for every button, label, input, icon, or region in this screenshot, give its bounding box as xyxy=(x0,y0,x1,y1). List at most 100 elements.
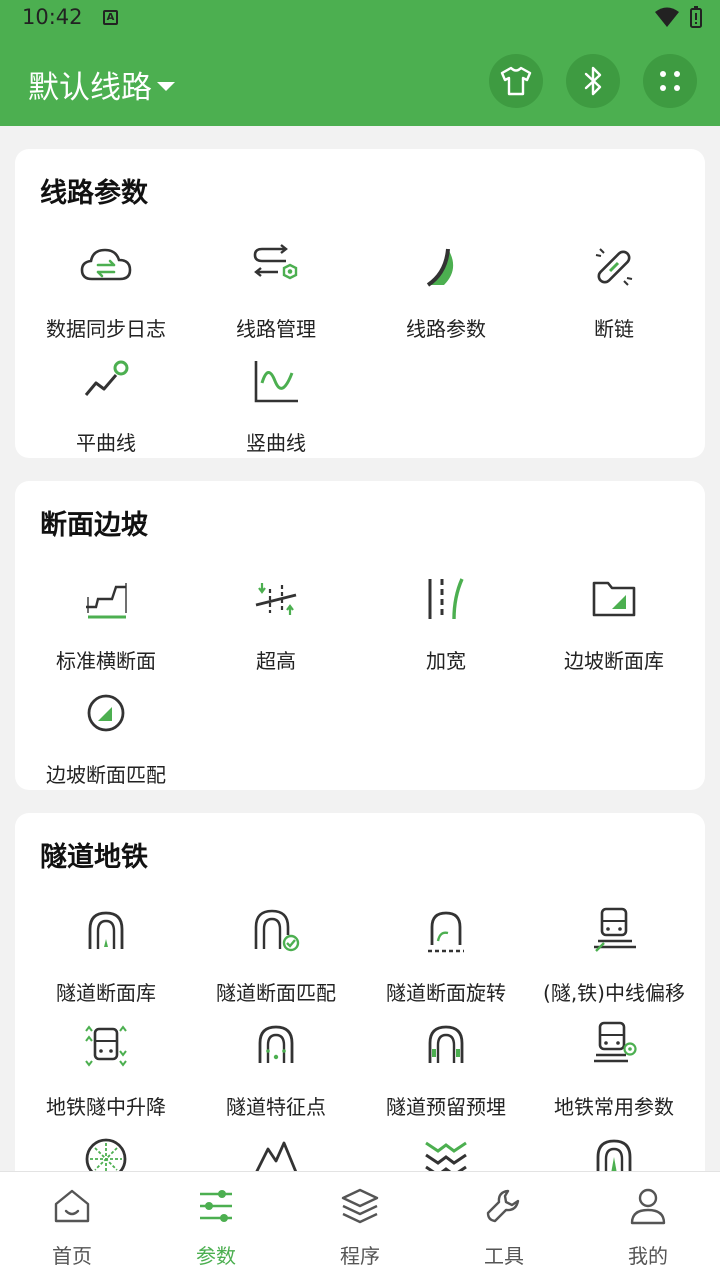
notification-icon: A xyxy=(103,10,118,25)
tab-label: 我的 xyxy=(628,1244,668,1268)
item-slope-match[interactable]: 边坡断面匹配 xyxy=(20,683,192,793)
item-metro-params[interactable]: 地铁常用参数 xyxy=(528,1015,700,1125)
item-metro-lift[interactable]: 地铁隧中升降 xyxy=(20,1015,192,1125)
status-bar: 10:42 A xyxy=(0,0,720,36)
superelevation-icon xyxy=(255,583,297,615)
tunnel-rotate-icon xyxy=(428,911,464,953)
curve-road-icon xyxy=(426,248,454,287)
slope-match-icon xyxy=(87,694,125,732)
tab-tools[interactable]: 工具 xyxy=(432,1172,576,1280)
tunnel-green-icon xyxy=(596,1139,632,1171)
item-label: 竖曲线 xyxy=(246,431,306,455)
item-label: 加宽 xyxy=(426,649,466,673)
item-label: 超高 xyxy=(256,649,296,673)
item-label: 边坡断面匹配 xyxy=(46,763,166,787)
horizontal-curve-icon xyxy=(84,360,129,396)
item-label: 隧道断面库 xyxy=(56,981,156,1005)
cross-section-icon xyxy=(86,583,127,619)
route-manage-icon xyxy=(253,244,298,280)
grid-dots-icon xyxy=(660,71,680,91)
item-label: 地铁隧中升降 xyxy=(46,1095,166,1119)
item-label: 断链 xyxy=(594,317,634,341)
tab-label: 工具 xyxy=(484,1244,524,1268)
metro-lift-icon xyxy=(85,1025,127,1067)
cloud-sync-icon xyxy=(80,248,132,281)
item-label: 隧道预留预埋 xyxy=(386,1095,506,1119)
tunnel-circle-icon xyxy=(85,1138,127,1171)
item-tunnel-library[interactable]: 隧道断面库 xyxy=(20,901,192,1011)
battery-icon xyxy=(690,6,702,28)
item-tunnel-rotate[interactable]: 隧道断面旋转 xyxy=(360,901,532,1011)
item-label: 平曲线 xyxy=(76,431,136,455)
item-tunnel-green[interactable] xyxy=(528,1129,700,1171)
item-label: 标准横断面 xyxy=(56,649,156,673)
tab-mine[interactable]: 我的 xyxy=(576,1172,720,1280)
item-label: 数据同步日志 xyxy=(46,317,166,341)
section-title: 线路参数 xyxy=(40,178,148,209)
metro-param-icon xyxy=(594,1021,637,1063)
item-vertical-curve[interactable]: 竖曲线 xyxy=(190,351,362,461)
tunnel-embed-icon xyxy=(428,1025,464,1063)
mountain-icon xyxy=(255,1141,298,1171)
item-route-manage[interactable]: 线路管理 xyxy=(190,237,362,347)
folder-slope-icon xyxy=(592,581,636,617)
bluetooth-icon xyxy=(584,66,602,96)
tab-label: 首页 xyxy=(52,1244,92,1268)
item-tunnel-match[interactable]: 隧道断面匹配 xyxy=(190,901,362,1011)
item-slope-library[interactable]: 边坡断面库 xyxy=(528,569,700,679)
item-data-sync-log[interactable]: 数据同步日志 xyxy=(20,237,192,347)
item-superelevation[interactable]: 超高 xyxy=(190,569,362,679)
status-icons xyxy=(654,6,702,28)
item-label: 线路管理 xyxy=(236,317,316,341)
theme-button[interactable] xyxy=(489,54,543,108)
bluetooth-button[interactable] xyxy=(566,54,620,108)
more-button[interactable] xyxy=(643,54,697,108)
item-layers-wave[interactable] xyxy=(360,1129,532,1171)
item-standard-cross-section[interactable]: 标准横断面 xyxy=(20,569,192,679)
item-widening[interactable]: 加宽 xyxy=(360,569,532,679)
tunnel-check-icon xyxy=(254,909,300,952)
main-content[interactable]: 线路参数 数据同步日志 线路管理 线路参数 断链 平曲线 竖曲线 断面边坡 标准… xyxy=(0,126,720,1171)
section-route-params: 线路参数 数据同步日志 线路管理 线路参数 断链 平曲线 竖曲线 xyxy=(15,149,705,458)
bottom-nav: 首页 参数 程序 工具 我的 xyxy=(0,1171,720,1280)
item-route-params[interactable]: 线路参数 xyxy=(360,237,532,347)
wifi-icon xyxy=(655,7,679,27)
train-offset-icon xyxy=(594,907,636,952)
item-label: (隧,铁)中线偏移 xyxy=(543,981,685,1005)
sliders-icon xyxy=(200,1190,232,1222)
vertical-curve-icon xyxy=(254,361,298,403)
layers-wave-icon xyxy=(425,1141,467,1171)
item-tunnel-embed[interactable]: 隧道预留预埋 xyxy=(360,1015,532,1125)
tshirt-icon xyxy=(500,66,532,96)
tab-label: 参数 xyxy=(196,1244,236,1268)
layers-icon xyxy=(341,1188,379,1224)
item-label: 隧道特征点 xyxy=(226,1095,326,1119)
item-label: 隧道断面旋转 xyxy=(386,981,506,1005)
tunnel-feature-icon xyxy=(258,1025,294,1063)
item-label: 地铁常用参数 xyxy=(554,1095,674,1119)
item-centerline-offset[interactable]: (隧,铁)中线偏移 xyxy=(528,901,700,1011)
tab-programs[interactable]: 程序 xyxy=(288,1172,432,1280)
section-title: 断面边坡 xyxy=(40,510,148,541)
item-broken-chain[interactable]: 断链 xyxy=(528,237,700,347)
tab-home[interactable]: 首页 xyxy=(0,1172,144,1280)
item-tunnel-circle[interactable] xyxy=(20,1129,192,1171)
item-label: 线路参数 xyxy=(406,317,486,341)
chevron-down-icon xyxy=(157,81,175,91)
item-label: 边坡断面库 xyxy=(564,649,664,673)
item-label: 隧道断面匹配 xyxy=(216,981,336,1005)
status-time: 10:42 xyxy=(22,5,83,29)
item-tunnel-feature[interactable]: 隧道特征点 xyxy=(190,1015,362,1125)
widening-icon xyxy=(428,578,464,620)
route-selector[interactable]: 默认线路 xyxy=(28,62,175,107)
broken-chain-icon xyxy=(595,248,633,286)
tab-params[interactable]: 参数 xyxy=(144,1172,288,1280)
item-mountain[interactable] xyxy=(190,1129,362,1171)
item-horizontal-curve[interactable]: 平曲线 xyxy=(20,351,192,461)
tunnel-icon xyxy=(88,911,124,949)
wrench-icon xyxy=(486,1189,520,1223)
section-cross-slope: 断面边坡 标准横断面 超高 加宽 边坡断面库 边坡断面匹配 xyxy=(15,481,705,790)
home-icon xyxy=(54,1189,90,1223)
section-title: 隧道地铁 xyxy=(40,842,148,873)
section-tunnel-metro: 隧道地铁 隧道断面库 隧道断面匹配 隧道断面旋转 (隧,铁)中线偏移 地铁隧中升… xyxy=(15,813,705,1171)
